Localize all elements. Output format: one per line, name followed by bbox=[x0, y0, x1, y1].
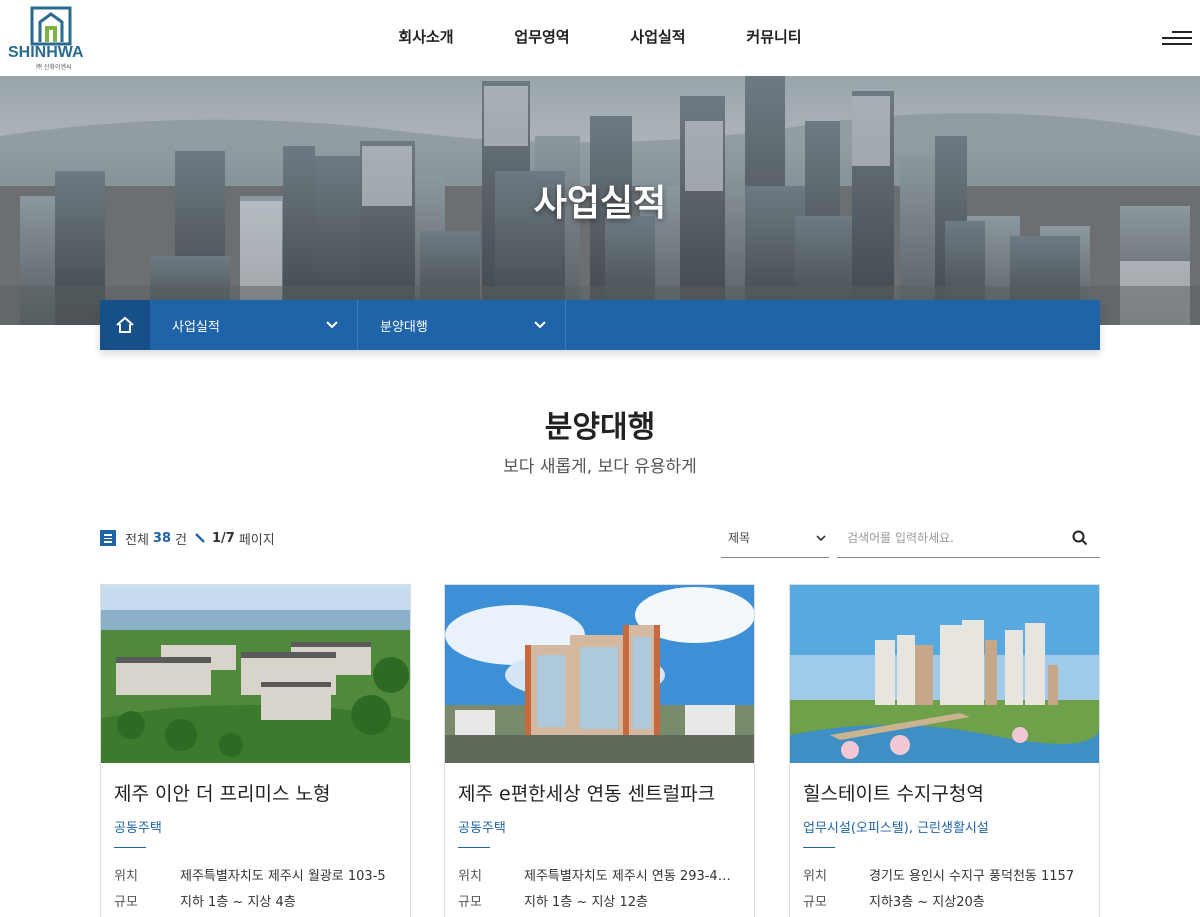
project-location-row: 위치 경기도 용인시 수지구 풍덕천동 1157 bbox=[803, 865, 1088, 884]
project-scale-row: 규모 지하 1층 ~ 지상 12층 bbox=[458, 891, 743, 910]
nav-item-company[interactable]: 회사소개 bbox=[368, 0, 484, 76]
chevron-down-icon bbox=[534, 321, 546, 329]
project-title: 제주 이안 더 프리미스 노형 bbox=[114, 783, 331, 805]
project-location-row: 위치 제주특별자치도 제주시 월광로 103-5 bbox=[114, 865, 399, 884]
location-value: 제주특별자치도 제주시 월광로 103-5 bbox=[180, 869, 386, 884]
section-title: 분양대행 bbox=[544, 410, 656, 445]
total-count: 38 bbox=[152, 530, 172, 546]
total-unit: 건 bbox=[175, 532, 187, 548]
search-box bbox=[837, 518, 1100, 558]
project-title: 제주 e편한세상 연동 센트럴파크 bbox=[458, 783, 716, 805]
scale-label: 규모 bbox=[458, 895, 482, 910]
hero-title: 사업실적 bbox=[533, 183, 667, 224]
search-filter-select[interactable]: 제목 bbox=[721, 518, 829, 558]
nav-item-community[interactable]: 커뮤니티 bbox=[716, 0, 832, 76]
divider bbox=[114, 847, 146, 848]
project-location-row: 위치 제주특별자치도 제주시 연동 293-4… bbox=[458, 865, 743, 884]
total-label: 전체 bbox=[125, 532, 149, 548]
breadcrumb: 사업실적 분양대행 bbox=[100, 300, 1100, 350]
scale-label: 규모 bbox=[114, 895, 138, 910]
list-count-info: 전체 38 건 1/7 페이지 bbox=[100, 528, 275, 548]
divider bbox=[458, 847, 490, 848]
main-nav: 회사소개 업무영역 사업실적 커뮤니티 bbox=[368, 0, 832, 76]
search-icon bbox=[1072, 530, 1088, 545]
project-category: 공동주택 bbox=[114, 821, 162, 836]
logo-subtext: ㈜ 신화이엔씨 bbox=[36, 64, 72, 71]
scale-label: 규모 bbox=[803, 895, 827, 910]
scale-value: 지하 1층 ~ 지상 4층 bbox=[180, 895, 296, 910]
page-label: 페이지 bbox=[238, 532, 275, 548]
section-subtitle: 보다 새롭게, 보다 유용하게 bbox=[503, 457, 697, 477]
divider bbox=[803, 847, 835, 848]
project-card[interactable]: 제주 e편한세상 연동 센트럴파크 공동주택 위치 제주특별자치도 제주시 연동… bbox=[444, 584, 755, 917]
site-header: SHINHWA ㈜ 신화이엔씨 회사소개 업무영역 사업실적 커뮤니티 bbox=[0, 0, 1200, 76]
home-icon bbox=[116, 316, 134, 333]
logo-wordmark: SHINHWA bbox=[8, 44, 84, 61]
site-logo[interactable]: SHINHWA ㈜ 신화이엔씨 bbox=[8, 6, 88, 71]
breadcrumb-level1-select[interactable]: 사업실적 bbox=[150, 300, 358, 350]
page-indicator: 1/7 bbox=[211, 530, 235, 546]
chevron-down-icon bbox=[326, 321, 338, 329]
location-label: 위치 bbox=[114, 869, 138, 884]
location-value: 제주특별자치도 제주시 연동 293-4… bbox=[524, 869, 731, 884]
slash-icon bbox=[195, 533, 205, 543]
scale-value: 지하3층 ~ 지상20층 bbox=[869, 895, 985, 910]
location-label: 위치 bbox=[803, 869, 827, 884]
project-category: 공동주택 bbox=[458, 821, 506, 836]
chevron-down-icon bbox=[816, 534, 826, 541]
breadcrumb-level1-label: 사업실적 bbox=[172, 319, 220, 335]
breadcrumb-level2-label: 분양대행 bbox=[380, 319, 428, 335]
breadcrumb-level2-select[interactable]: 분양대행 bbox=[358, 300, 566, 350]
project-scale-row: 규모 지하3층 ~ 지상20층 bbox=[803, 891, 1088, 910]
project-card[interactable]: 힐스테이트 수지구청역 업무시설(오피스텔), 근린생활시설 위치 경기도 용인… bbox=[789, 584, 1100, 917]
project-image bbox=[790, 585, 1099, 763]
hero-banner: 사업실적 bbox=[0, 76, 1200, 325]
search-filter-value: 제목 bbox=[728, 531, 751, 545]
logo-mark-icon bbox=[30, 6, 72, 46]
project-card[interactable]: 제주 이안 더 프리미스 노형 공동주택 위치 제주특별자치도 제주시 월광로 … bbox=[100, 584, 411, 917]
location-value: 경기도 용인시 수지구 풍덕천동 1157 bbox=[869, 869, 1075, 884]
project-category: 업무시설(오피스텔), 근린생활시설 bbox=[803, 821, 989, 836]
hamburger-icon[interactable] bbox=[1162, 28, 1192, 48]
search-button[interactable] bbox=[1062, 520, 1098, 556]
scale-value: 지하 1층 ~ 지상 12층 bbox=[524, 895, 648, 910]
search-input[interactable] bbox=[837, 519, 1062, 556]
document-icon bbox=[100, 530, 116, 546]
project-image bbox=[101, 585, 410, 763]
project-image bbox=[445, 585, 754, 763]
project-scale-row: 규모 지하 1층 ~ 지상 4층 bbox=[114, 891, 399, 910]
home-button[interactable] bbox=[100, 300, 150, 350]
project-title: 힐스테이트 수지구청역 bbox=[803, 783, 984, 805]
nav-item-projects[interactable]: 사업실적 bbox=[600, 0, 716, 76]
location-label: 위치 bbox=[458, 869, 482, 884]
nav-item-business-area[interactable]: 업무영역 bbox=[484, 0, 600, 76]
